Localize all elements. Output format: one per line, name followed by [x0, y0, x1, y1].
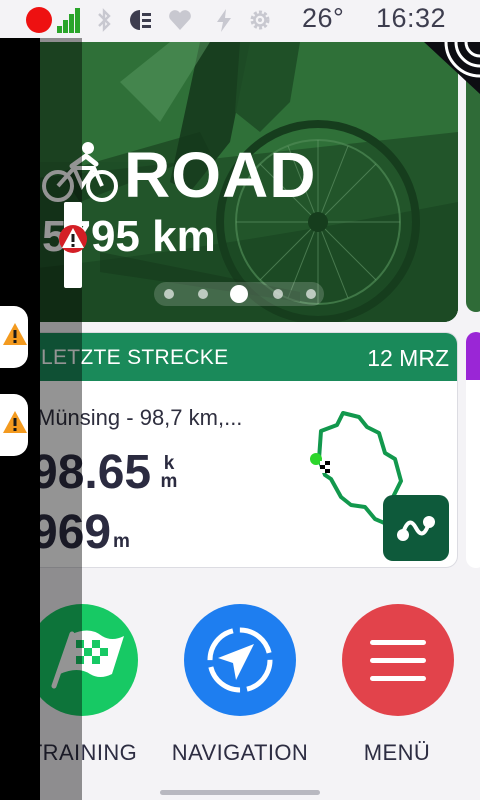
- side-warning-tab[interactable]: [0, 394, 28, 456]
- carousel-pager: [154, 282, 324, 306]
- menu-button[interactable]: [342, 604, 454, 716]
- navigation-button[interactable]: [184, 604, 296, 716]
- next-card-header: [466, 332, 480, 380]
- wireless-sync-icon[interactable]: [424, 42, 480, 94]
- pager-dot[interactable]: [164, 289, 174, 299]
- navigation-label: NAVIGATION: [171, 740, 309, 765]
- open-route-button[interactable]: [383, 495, 449, 561]
- pager-dot[interactable]: [306, 289, 316, 299]
- pager-dot-active[interactable]: [230, 285, 248, 303]
- route-card-date: 12 MRZ: [367, 345, 449, 371]
- home-indicator[interactable]: [160, 790, 320, 795]
- route-icon: [397, 516, 435, 541]
- unit-m: m: [160, 471, 178, 492]
- recording-dot-icon: [26, 7, 52, 33]
- compass-arrow-icon: [207, 627, 273, 693]
- headlight-icon: [130, 10, 151, 30]
- warning-badge-icon: [59, 225, 87, 253]
- menu-label: MENÜ: [363, 740, 431, 765]
- warning-icon: [3, 411, 27, 433]
- profile-title: ROAD: [124, 139, 317, 211]
- route-elevation-unit: m: [113, 531, 130, 552]
- pager-dot[interactable]: [198, 289, 208, 299]
- side-warning-tab[interactable]: [0, 306, 28, 368]
- next-card-peek[interactable]: [466, 332, 480, 568]
- temperature-readout: 26°: [302, 3, 345, 33]
- bluetooth-icon: [98, 8, 111, 32]
- pager-dot[interactable]: [273, 289, 283, 299]
- menu-icon: [370, 640, 426, 681]
- gear-icon: [250, 10, 270, 30]
- warning-icon: [3, 323, 27, 345]
- heart-icon: [169, 10, 191, 30]
- signal-bars-icon: [57, 8, 80, 33]
- bolt-icon: [217, 9, 231, 32]
- clock-readout: 16:32: [376, 3, 447, 33]
- edge-overlay-shade: [40, 38, 82, 800]
- status-bar: 26° 16:32: [0, 0, 480, 40]
- route-distance-unit: k m: [159, 454, 179, 492]
